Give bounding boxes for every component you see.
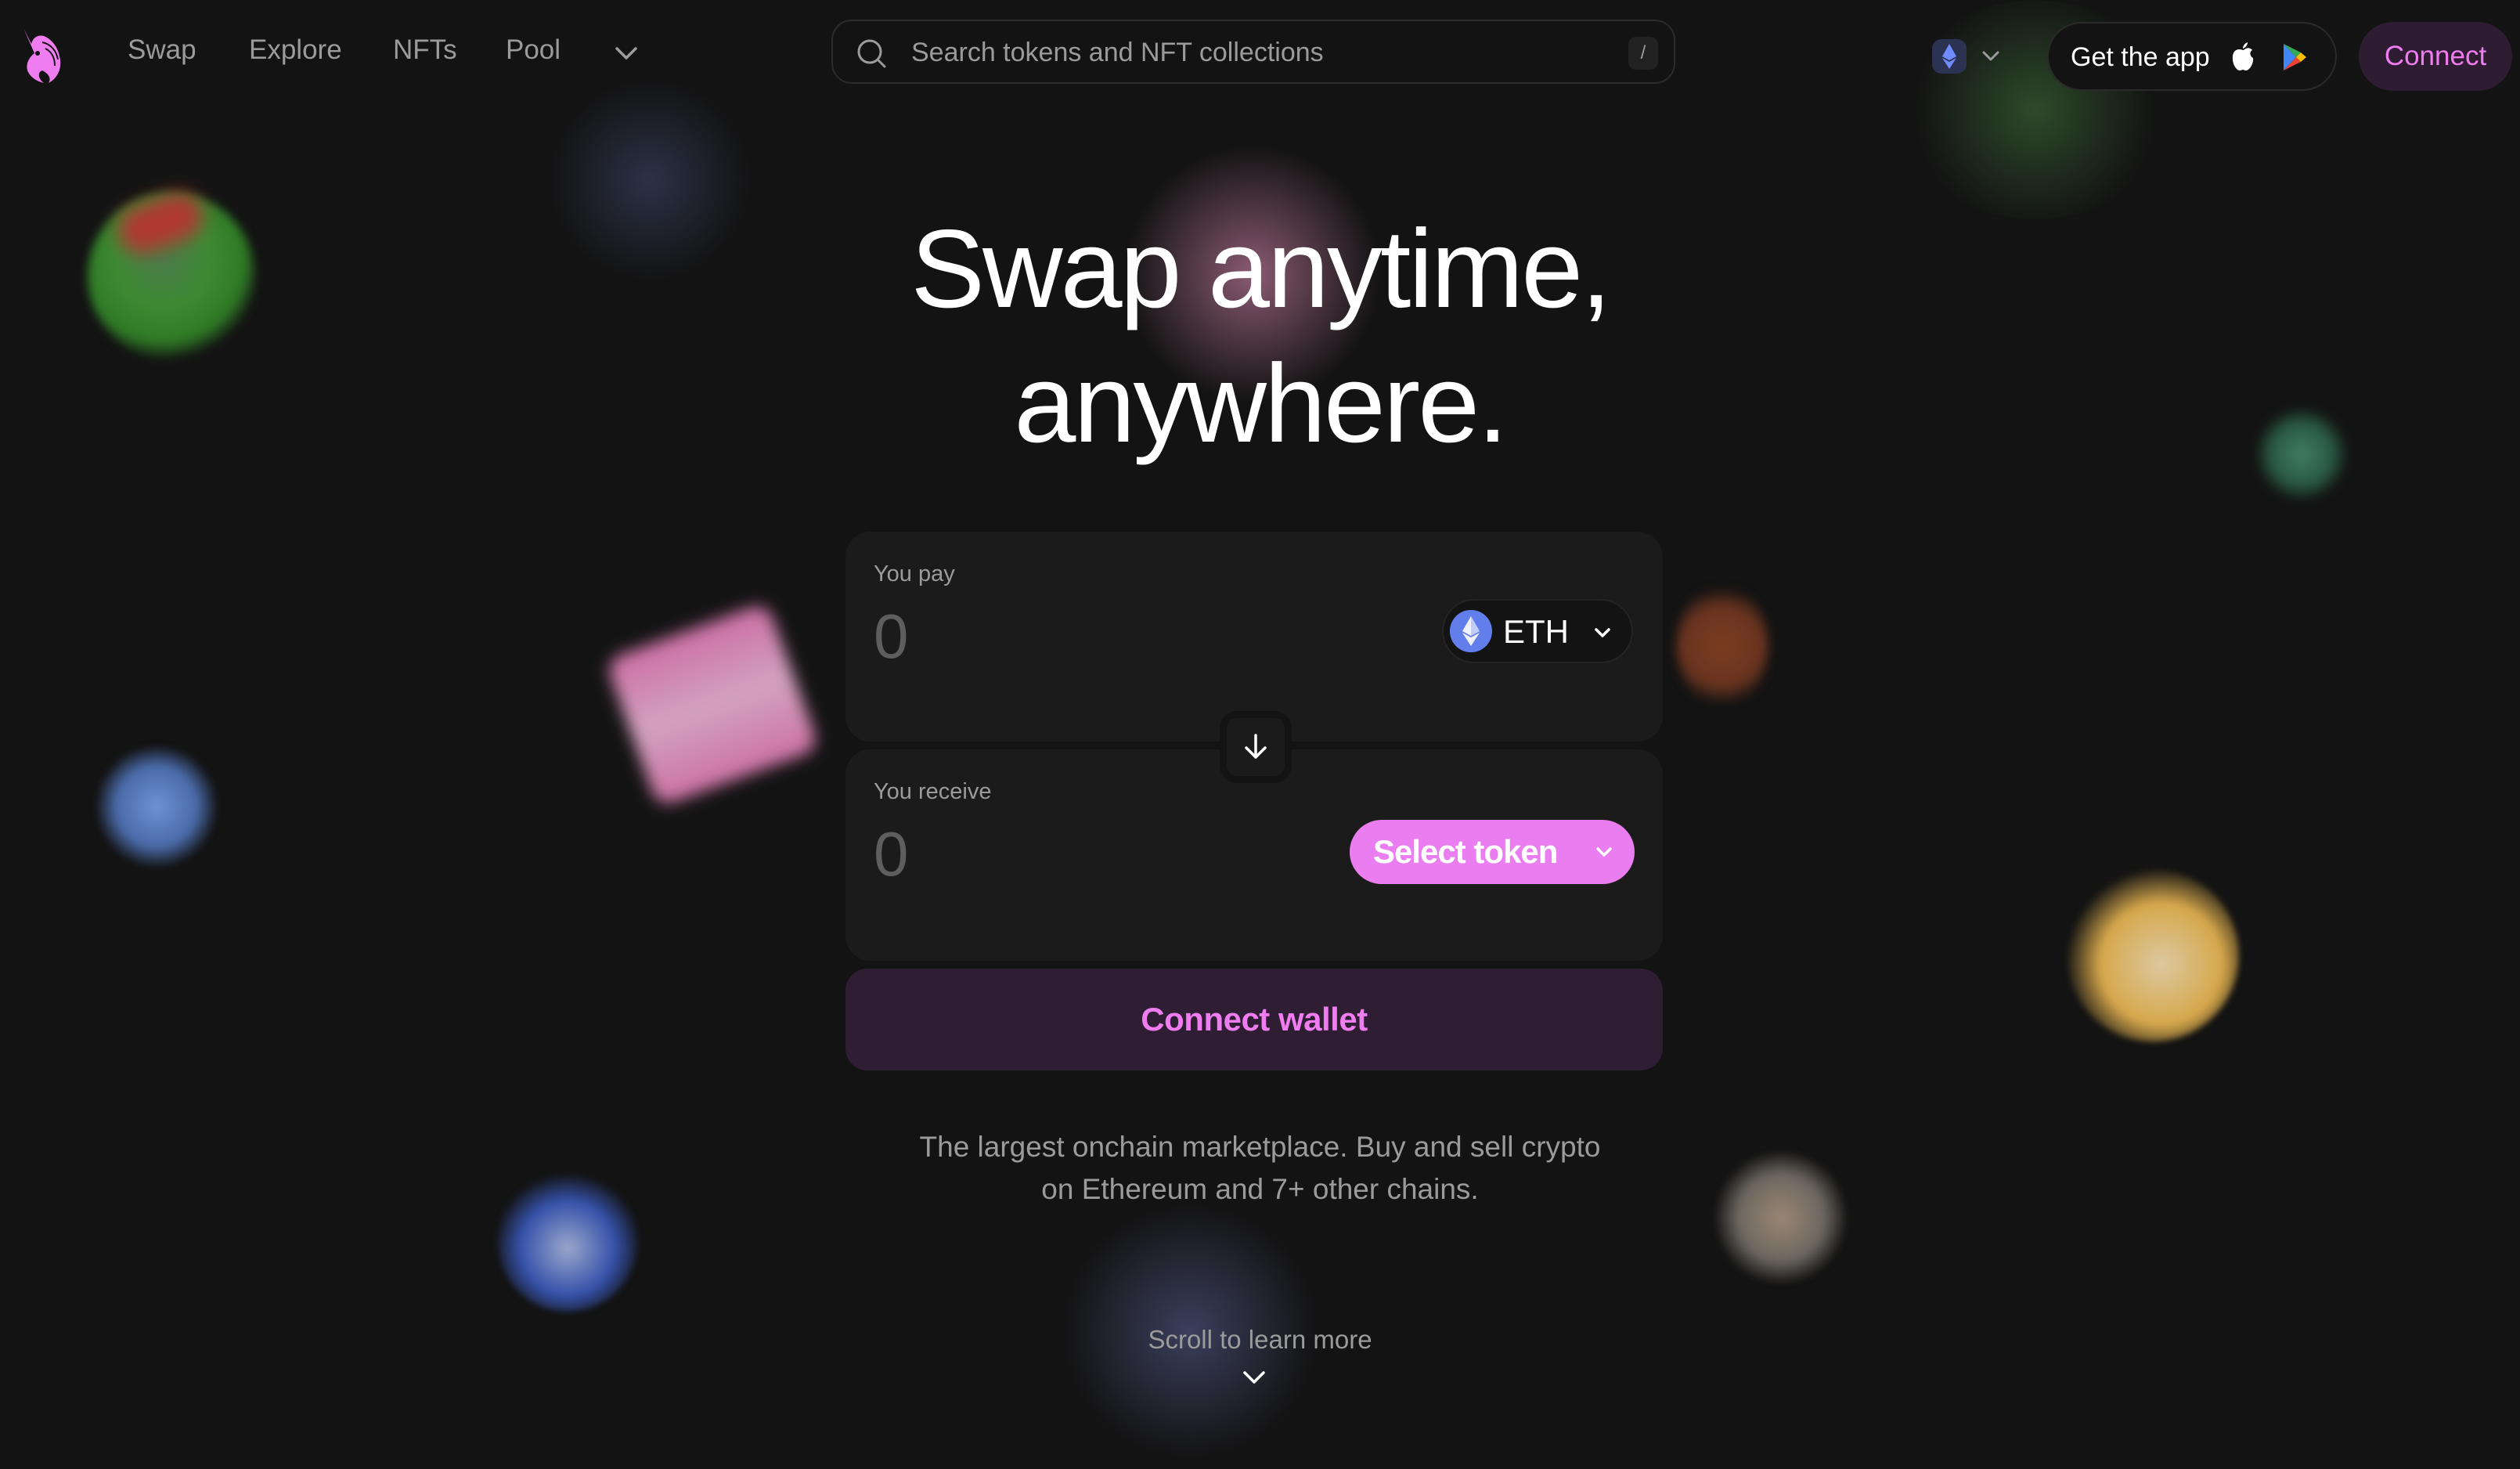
scroll-to-learn-more[interactable]: Scroll to learn more <box>0 1325 2520 1355</box>
uniswap-logo-icon[interactable] <box>14 27 67 85</box>
search-input[interactable]: Search tokens and NFT collections <box>911 38 1324 68</box>
pay-amount-input[interactable]: 0 <box>874 601 909 673</box>
get-the-app-label: Get the app <box>2071 42 2210 72</box>
nav-link-explore[interactable]: Explore <box>249 34 342 66</box>
keyboard-shortcut-badge: / <box>1628 37 1658 70</box>
select-token-button[interactable]: Select token <box>1350 820 1635 884</box>
nav-link-nfts[interactable]: NFTs <box>393 34 457 66</box>
tagline: The largest onchain marketplace. Buy and… <box>0 1126 2520 1211</box>
arrow-down-icon <box>1245 734 1267 759</box>
connect-button[interactable]: Connect <box>2359 22 2512 91</box>
tagline-line2: on Ethereum and 7+ other chains. <box>1041 1173 1479 1205</box>
pay-token-symbol: ETH <box>1503 613 1569 650</box>
pay-label: You pay <box>874 561 955 587</box>
floating-nft-icon[interactable] <box>1675 583 1769 709</box>
hero-heading-line1: Swap anytime, <box>910 207 1611 331</box>
chevron-down-icon[interactable] <box>611 38 642 69</box>
ethereum-icon <box>1450 610 1492 652</box>
pay-panel: You pay 0 ETH <box>845 532 1663 742</box>
search-bar[interactable]: Search tokens and NFT collections / <box>831 20 1675 84</box>
select-token-label: Select token <box>1373 833 1558 870</box>
floating-nft-icon[interactable] <box>604 601 820 808</box>
hero-heading: Swap anytime, anywhere. <box>0 202 2520 471</box>
pay-token-selector[interactable]: ETH <box>1442 599 1633 663</box>
tagline-line1: The largest onchain marketplace. Buy and… <box>919 1131 1601 1163</box>
nav-link-pool[interactable]: Pool <box>506 34 561 66</box>
nav-link-swap[interactable]: Swap <box>128 34 196 66</box>
search-icon <box>857 39 886 68</box>
google-play-icon <box>2284 44 2306 70</box>
receive-label: You receive <box>874 779 992 804</box>
swap-direction-button[interactable] <box>1220 711 1292 783</box>
hero-heading-line2: anywhere. <box>1014 341 1508 466</box>
chevron-down-icon <box>1596 847 1612 857</box>
connect-wallet-button[interactable]: Connect wallet <box>845 969 1663 1070</box>
receive-amount-input[interactable]: 0 <box>874 818 909 890</box>
floating-token-icon[interactable] <box>94 744 219 869</box>
floating-token-icon[interactable] <box>2067 869 2239 1041</box>
top-navigation: Swap Explore NFTs Pool Search tokens and… <box>0 0 2520 113</box>
chevron-down-icon[interactable] <box>1241 1364 1267 1391</box>
chain-selector[interactable] <box>1932 39 1967 74</box>
chevron-down-icon[interactable] <box>1979 44 2003 67</box>
chevron-down-icon <box>1595 628 1610 637</box>
get-the-app-button[interactable]: Get the app <box>2047 22 2337 91</box>
ethereum-icon <box>1942 44 1956 69</box>
apple-icon <box>2232 42 2254 70</box>
